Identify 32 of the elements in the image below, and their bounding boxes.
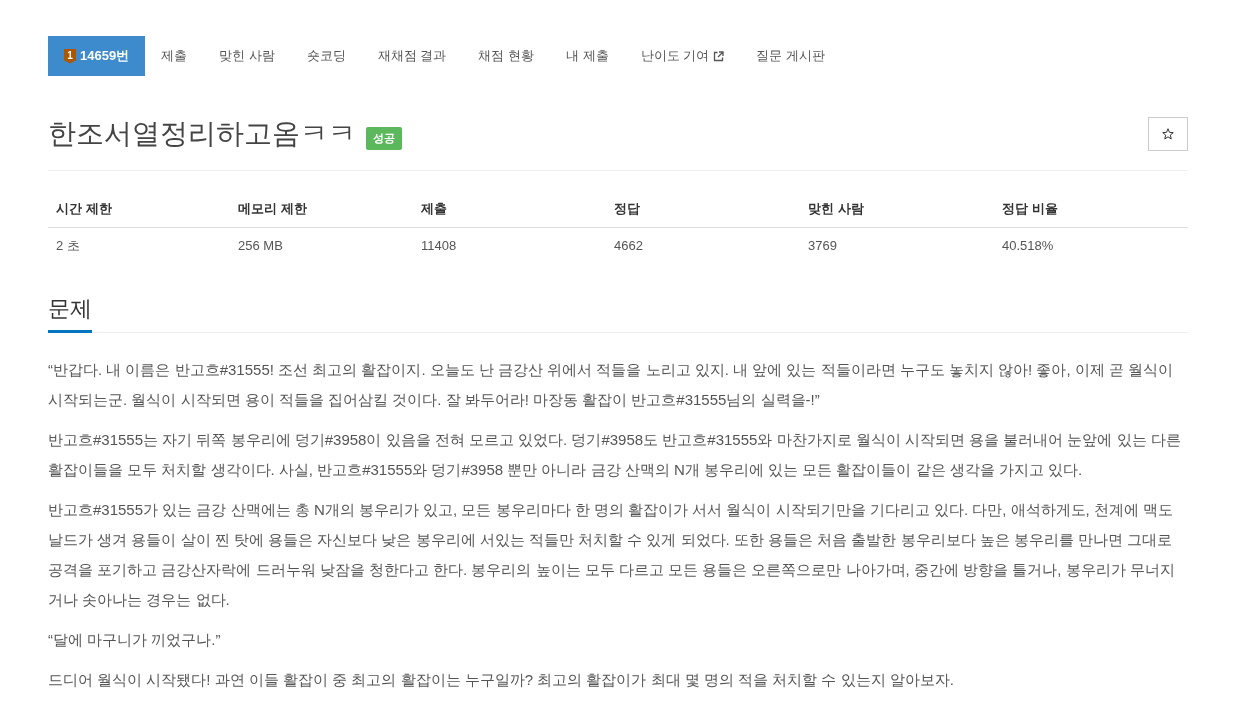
nav-tab[interactable]: 재채점 결과	[361, 36, 463, 76]
favorite-button[interactable]	[1148, 117, 1188, 151]
problem-text: “반갑다. 내 이름은 반고흐#31555! 조선 최고의 활잡이지. 오늘도 난 금강산 위에서 적들을 노리고 있지. 내 앞에 있는 적들이라면 누구도 놓치지 않아! 좋아, 이제 곧 월식이 시작되는군. 월식이 시작되면 용이 적들을 집어삼킬 것이다. 잘 봐두어라! 마장동 활잡이 반고흐#31555님의 실력을-!”	[48, 360, 1175, 410]
nav-tab[interactable]: 맞힌 사람	[203, 36, 291, 76]
result-badge: 성공	[366, 126, 402, 150]
star-icon	[1162, 128, 1174, 140]
nav-tab[interactable]: 제출	[145, 36, 204, 76]
table-cell: 4662	[606, 227, 800, 264]
problem-text: 반고흐#31555가 있는 금강 산맥에는 총 N개의 봉우리가 있고, 모든 봉우리마다 한 명의 활잡이가 서서 월식이 시작되기만을 기다리고 있다. 다만, 애석하게도, 천계에 맥도날드가 생겨 용들이 살이 찐 탓에 용들은 자신보다 낮은 봉우리에 서있는 적들만 처치할 수 있게 되었다. 또한 용들은 처음 출발한 봉우리보다 높은 봉우리를 만나면 그대로 공격을 포기하고 금강산자락에 드러누워 낮잠을 청한다고 한다. 봉우리의 높이는 모두 다르고 모든 용들은 오른쪽으로만 나아가며, 중간에 방향을 틀거나, 봉우리가 무너지거나 솟아나는 경우는 없다.	[48, 500, 1176, 610]
nav-tab[interactable]: 1 14659번	[48, 36, 146, 76]
nav-tab[interactable]: 난이도 기여	[624, 36, 741, 76]
table-cell: 3769	[800, 227, 994, 264]
column-header: 맞힌 사람	[800, 191, 994, 228]
problem-text: 반고흐#31555는 자기 뒤쪽 봉우리에 덩기#3958이 있음을 전혀 모르고 있었다. 덩기#3958도 반고흐#31555와 마찬가지로 월식이 시작되면 용을 불러내어 눈앞에 있는 다른 활잡이들을 모두 처치할 생각이다. 사실, 반고흐#31555와 덩기#3958 뿐만 아니라 금강 산맥의 N개 봉우리에 있는 모든 활잡이들이 같은 생각을 가지고 있다.	[48, 430, 1182, 480]
column-header: 정답 비율	[994, 191, 1188, 228]
problem-text: 드디어 월식이 시작됐다! 과연 이들 활잡이 중 최고의 활잡이는 누구일까? 최고의 활잡이가 최대 몇 명의 적을 처치할 수 있는지 알아보자.	[48, 670, 955, 690]
table-cell: 11408	[413, 227, 606, 264]
column-header: 메모리 제한	[230, 191, 413, 228]
nav-tab[interactable]: 내 제출	[550, 36, 625, 76]
table-cell: 2 초	[48, 227, 230, 264]
nav-tab[interactable]: 채점 현황	[462, 36, 551, 76]
nav-tab[interactable]: 질문 게시판	[740, 36, 841, 76]
problem-text: “달에 마구니가 끼었구나.”	[48, 630, 222, 650]
problem-title: 한조서열정리하고옴ㅋㅋ	[48, 117, 356, 151]
table-cell: 256 MB	[230, 227, 413, 264]
tier-badge: 1	[64, 48, 76, 64]
column-header: 시간 제한	[48, 191, 230, 228]
table-cell: 40.518%	[994, 227, 1188, 264]
column-header: 정답	[606, 191, 800, 228]
section-heading: 문제	[48, 294, 92, 333]
nav-tab[interactable]: 숏코딩	[290, 36, 362, 76]
column-header: 제출	[413, 191, 606, 228]
